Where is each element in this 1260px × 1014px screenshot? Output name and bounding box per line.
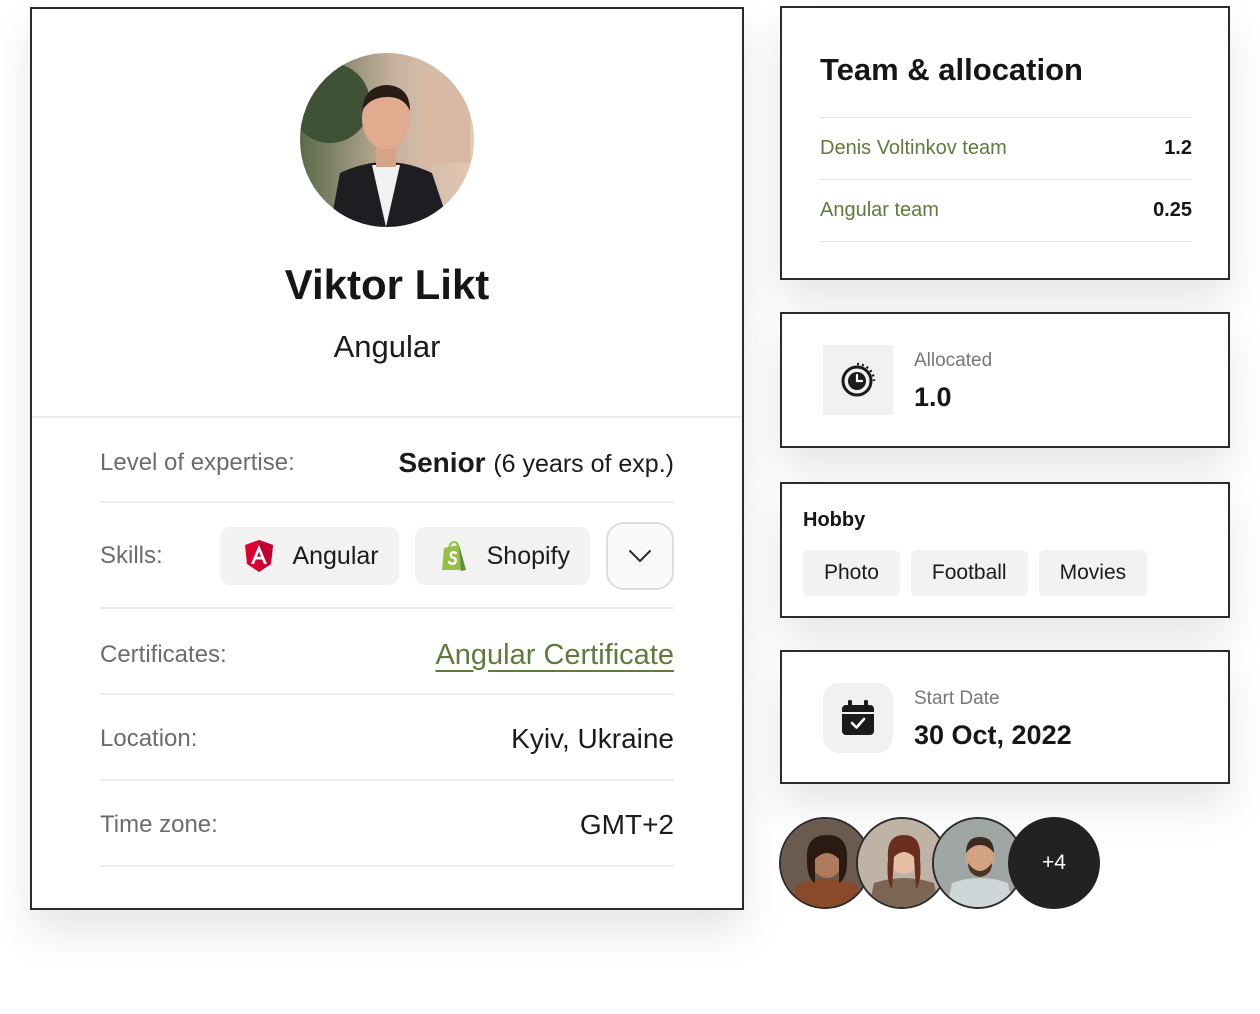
expertise-value: Senior (6 years of exp.) [398,447,674,479]
expertise-row: Level of expertise: Senior (6 years of e… [100,443,674,483]
team-value: 0.25 [1153,198,1192,221]
skill-chip-shopify[interactable]: Shopify [414,527,590,585]
location-label: Location: [100,725,198,752]
team-allocation-card: Team & allocation Denis Voltinkov team 1… [780,6,1230,280]
angular-icon [245,540,274,572]
profile-divider [32,416,742,418]
team-divider [820,179,1192,180]
row-divider [100,865,674,867]
certificates-row: Certificates: Angular Certificate [100,633,674,677]
profile-role: Angular [333,329,441,364]
expertise-label: Level of expertise: [100,449,295,476]
skills-label: Skills: [100,542,163,569]
team-divider [820,117,1192,118]
team-row[interactable]: Denis Voltinkov team 1.2 [820,134,1192,162]
start-date-card: Start Date 30 Oct, 2022 [780,650,1230,784]
clock-icon [823,345,893,415]
hobby-tag[interactable]: Football [910,550,1028,596]
team-divider [820,241,1192,242]
timezone-value: GMT+2 [579,809,674,840]
expertise-level: Senior [398,447,486,478]
shopify-icon [441,540,466,571]
row-divider [100,501,674,503]
row-divider [100,779,674,781]
skills-list: Angular Shopify [220,522,674,590]
hobby-tags: Photo Football Movies [803,550,1148,596]
profile-avatar [300,53,474,227]
more-members-badge[interactable]: +4 [1008,817,1100,909]
certificate-link[interactable]: Angular Certificate [435,639,674,672]
hobby-title: Hobby [803,509,866,531]
team-row[interactable]: Angular team 0.25 [820,196,1192,224]
expertise-years: (6 years of exp.) [493,450,674,478]
team-members[interactable]: +4 [779,817,1101,912]
team-title: Team & allocation [820,52,1083,87]
chevron-down-icon [629,550,651,562]
calendar-icon [823,683,893,753]
start-date-value: 30 Oct, 2022 [914,720,1072,750]
allocated-value: 1.0 [914,382,952,412]
timezone-label: Time zone: [100,811,218,838]
certificates-label: Certificates: [100,641,227,668]
team-value: 1.2 [1164,136,1192,159]
profile-card: Viktor Likt Angular Level of expertise: … [30,7,744,910]
row-divider [100,693,674,695]
team-name: Angular team [820,198,939,221]
team-name: Denis Voltinkov team [820,136,1007,159]
allocated-label: Allocated [914,350,993,371]
expand-skills-button[interactable] [606,522,674,590]
hobby-card: Hobby Photo Football Movies [780,482,1230,618]
skill-label: Shopify [486,541,570,570]
row-divider [100,607,674,609]
location-row: Location: Kyiv, Ukraine [100,719,674,759]
timezone-row: Time zone: GMT+2 [100,805,674,845]
hobby-tag[interactable]: Photo [803,550,900,596]
profile-name: Viktor Likt [284,261,490,308]
location-value: Kyiv, Ukraine [511,723,674,754]
start-date-label: Start Date [914,688,1000,709]
skill-label: Angular [292,541,379,570]
skills-row: Skills: Angular Shopify [100,521,674,591]
skill-chip-angular[interactable]: Angular [220,527,399,585]
hobby-tag[interactable]: Movies [1038,550,1148,596]
allocated-card: Allocated 1.0 [780,312,1230,448]
